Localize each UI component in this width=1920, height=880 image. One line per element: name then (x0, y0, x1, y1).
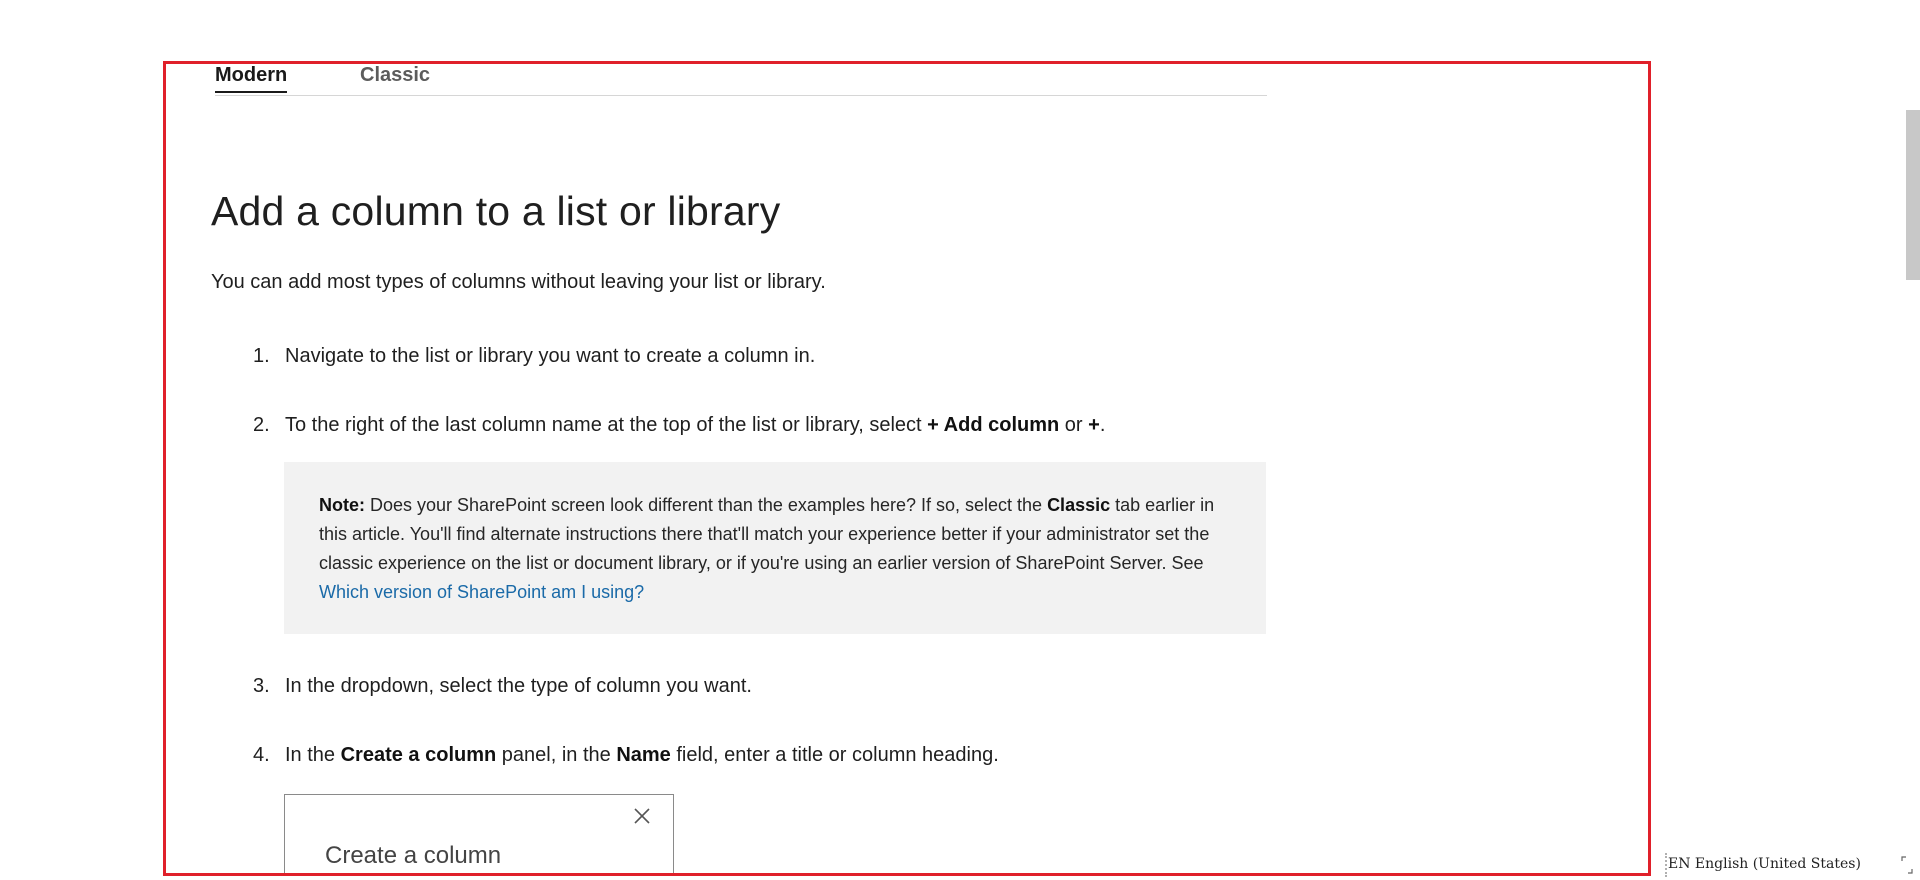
tab-classic[interactable]: Classic (360, 64, 430, 90)
step-number: 1. (253, 345, 270, 367)
create-column-label: Create a column (340, 744, 497, 766)
page: Modern Classic Add a column to a list or… (0, 0, 1920, 880)
step-text: In the dropdown, select the type of colu… (285, 675, 752, 697)
step-text: panel, in the (496, 744, 617, 766)
note-text: Does your SharePoint screen look differe… (365, 495, 1048, 515)
plus-label: + (1088, 414, 1100, 436)
step-text: field, enter a title or column heading. (670, 744, 999, 766)
step-text: . (1099, 414, 1106, 436)
step-text: To the right of the last column name at … (285, 414, 928, 436)
create-column-panel-image: Create a column (284, 794, 674, 873)
scrollbar-thumb[interactable] (1906, 110, 1920, 280)
sharepoint-version-link[interactable]: Which version of SharePoint am I using? (319, 582, 644, 602)
note-label: Note: (319, 495, 365, 515)
panel-title: Create a column (325, 842, 502, 869)
article-content: Modern Classic Add a column to a list or… (211, 64, 1271, 873)
step-number: 4. (253, 744, 270, 766)
step-number: 2. (253, 414, 270, 436)
close-icon (634, 808, 650, 824)
step-text: or (1059, 414, 1089, 436)
article-title: Add a column to a list or library (211, 188, 781, 234)
step-4: 4. In the Create a column panel, in the N… (253, 740, 999, 770)
article-intro: You can add most types of columns withou… (211, 271, 826, 293)
resize-icon[interactable] (1900, 855, 1914, 875)
classic-label: Classic (1047, 495, 1111, 515)
vertical-scrollbar[interactable] (1900, 0, 1920, 880)
step-3: 3. In the dropdown, select the type of co… (253, 671, 752, 701)
highlight-frame: Modern Classic Add a column to a list or… (163, 61, 1651, 876)
step-1: 1. Navigate to the list or library you wa… (253, 341, 815, 371)
name-label: Name (616, 744, 671, 766)
step-text: In the (285, 744, 341, 766)
language-indicator[interactable]: EN English (United States) (1668, 856, 1861, 872)
add-column-label: + Add column (927, 414, 1060, 436)
step-number: 3. (253, 675, 270, 697)
step-text: Navigate to the list or library you want… (285, 345, 816, 367)
step-2: 2. To the right of the last column name a… (253, 410, 1105, 440)
tab-modern[interactable]: Modern (215, 64, 288, 93)
note-box: Note: Does your SharePoint screen look d… (284, 462, 1266, 634)
tab-bar: Modern Classic (215, 64, 1267, 96)
